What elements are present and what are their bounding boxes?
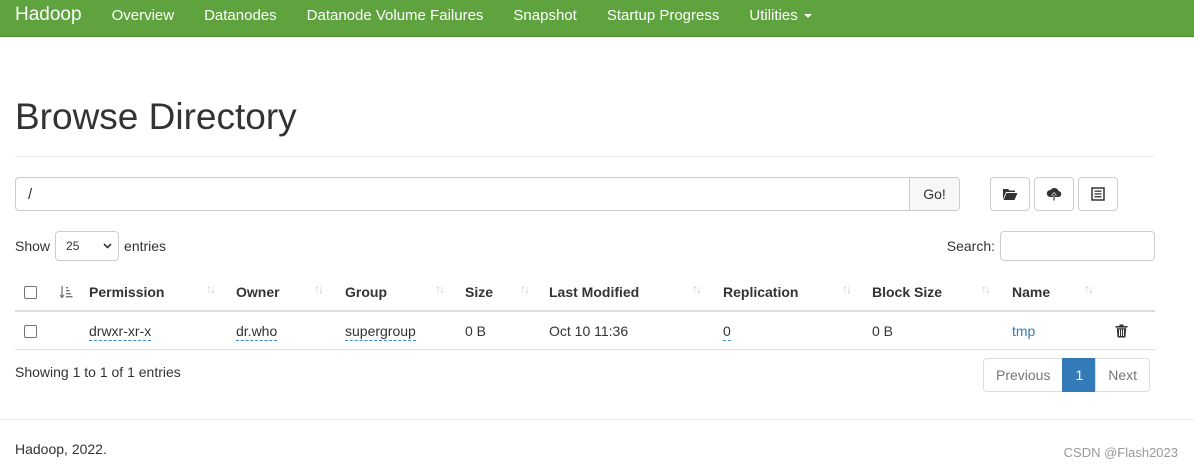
table-search: Search:	[947, 231, 1155, 261]
sort-icon: ↑↓	[314, 282, 324, 296]
sort-icon: ↑↓	[981, 282, 991, 296]
entries-length-control: Show 25 entries	[15, 231, 166, 261]
nav-datanode-volume-failures[interactable]: Datanode Volume Failures	[292, 7, 499, 24]
go-button[interactable]: Go!	[910, 177, 960, 211]
next-page-button[interactable]: Next	[1095, 358, 1151, 392]
nav-utilities-dropdown[interactable]: Utilities	[734, 7, 826, 24]
group-cell: supergroup	[345, 312, 416, 350]
column-header-last-modified[interactable]: Last Modified	[549, 272, 639, 312]
sort-icon: ↑↓	[842, 282, 852, 296]
trash-icon[interactable]	[1115, 324, 1128, 338]
file-name-link[interactable]: tmp	[1012, 323, 1035, 339]
top-navbar: Hadoop Overview Datanodes Datanode Volum…	[0, 0, 1194, 37]
list-view-button[interactable]	[1078, 177, 1118, 211]
sort-icon: ↑↓	[692, 282, 702, 296]
table-header: Permission ↑↓ Owner ↑↓ Group ↑↓ Size ↑↓ …	[15, 272, 1155, 312]
nav-overview[interactable]: Overview	[97, 7, 190, 24]
entries-label: entries	[124, 238, 167, 254]
footer-divider	[0, 419, 1194, 420]
row-checkbox-cell	[24, 312, 37, 350]
select-all-checkbox-cell	[24, 272, 37, 312]
replication-cell: 0	[723, 312, 731, 350]
sort-amount-icon	[59, 286, 73, 299]
column-header-block-size[interactable]: Block Size	[872, 272, 942, 312]
size-value: 0 B	[465, 323, 487, 339]
nav-datanodes[interactable]: Datanodes	[189, 7, 292, 24]
list-icon	[1091, 187, 1105, 201]
owner-cell: dr.who	[236, 312, 278, 350]
header-divider	[15, 156, 1155, 157]
sort-icon: ↑↓	[435, 282, 445, 296]
delete-cell	[1115, 312, 1128, 350]
brand-link[interactable]: Hadoop	[0, 4, 97, 26]
block-size-value: 0 B	[872, 323, 894, 339]
sort-icon: ↑↓	[206, 282, 216, 296]
chevron-down-icon	[103, 243, 112, 249]
sort-icon: ↑↓	[520, 282, 530, 296]
table-info: Showing 1 to 1 of 1 entries	[15, 364, 181, 380]
page-1-button[interactable]: 1	[1062, 358, 1097, 392]
select-all-checkbox[interactable]	[24, 285, 37, 299]
column-header-size[interactable]: Size	[465, 272, 493, 312]
owner-value[interactable]: dr.who	[236, 322, 278, 341]
previous-page-button[interactable]: Previous	[983, 358, 1064, 392]
group-value[interactable]: supergroup	[345, 322, 416, 341]
upload-icon	[1046, 187, 1062, 201]
folder-open-icon	[1003, 189, 1018, 200]
nav-snapshot[interactable]: Snapshot	[498, 7, 591, 24]
watermark: CSDN @Flash2023	[1063, 445, 1178, 460]
replication-value[interactable]: 0	[723, 322, 731, 341]
column-header-group[interactable]: Group	[345, 272, 387, 312]
nav-startup-progress[interactable]: Startup Progress	[592, 7, 735, 24]
footer-text: Hadoop, 2022.	[15, 441, 107, 457]
permission-cell: drwxr-xr-x	[89, 312, 152, 350]
create-directory-button[interactable]	[990, 177, 1030, 211]
caret-down-icon	[803, 13, 812, 18]
column-header-owner[interactable]: Owner	[236, 272, 280, 312]
upload-files-button[interactable]	[1034, 177, 1074, 211]
path-input-group: Go!	[15, 177, 960, 211]
search-label: Search:	[946, 238, 995, 254]
pagination: Previous 1 Next	[983, 358, 1151, 392]
sort-icon: ↑↓	[1084, 282, 1094, 296]
page-title: Browse Directory	[15, 96, 297, 137]
entries-select-value: 25	[66, 239, 80, 253]
table-row: drwxr-xr-x dr.who supergroup 0 B Oct 10 …	[15, 312, 1155, 350]
row-checkbox[interactable]	[24, 324, 37, 338]
search-input[interactable]	[1000, 231, 1155, 261]
permission-value[interactable]: drwxr-xr-x	[89, 322, 152, 341]
show-label: Show	[15, 238, 51, 254]
nav-utilities-label: Utilities	[749, 6, 798, 24]
sort-default-column[interactable]	[59, 272, 73, 312]
directory-path-input[interactable]	[15, 177, 910, 211]
column-header-permission[interactable]: Permission	[89, 272, 164, 312]
last-modified-value: Oct 10 11:36	[549, 323, 629, 339]
entries-per-page-select[interactable]: 25	[55, 231, 120, 261]
column-header-replication[interactable]: Replication	[723, 272, 798, 312]
column-header-name[interactable]: Name	[1012, 272, 1050, 312]
name-cell: tmp	[1012, 312, 1035, 350]
directory-table: Permission ↑↓ Owner ↑↓ Group ↑↓ Size ↑↓ …	[15, 272, 1155, 350]
